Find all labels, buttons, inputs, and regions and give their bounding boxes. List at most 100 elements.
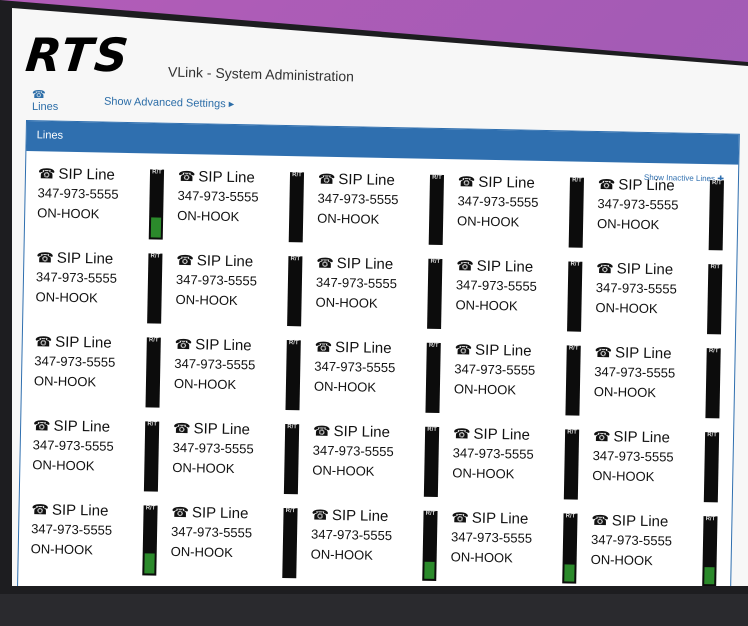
meter-label: R/T: [152, 169, 162, 176]
meter-label: R/T: [428, 342, 439, 349]
level-meter: R/T: [563, 429, 580, 500]
line-status: ON-HOOK: [311, 547, 373, 563]
line-type-text: SIP Line: [478, 174, 535, 192]
line-type-label: ☎SIP Line: [318, 171, 395, 189]
sip-line-card[interactable]: ☎SIP Line347-973-5555ON-HOOKR/T: [449, 257, 586, 336]
line-number: 347-973-5555: [174, 355, 256, 373]
line-type-text: SIP Line: [195, 336, 252, 355]
line-type-text: SIP Line: [474, 341, 532, 360]
line-number: 347-973-5555: [37, 185, 119, 202]
level-meter: R/T: [287, 256, 303, 327]
sip-line-card[interactable]: ☎SIP Line347-973-5555ON-HOOKR/T: [166, 420, 303, 499]
level-meter: R/T: [702, 516, 718, 586]
chevron-right-icon: ▸: [228, 98, 235, 111]
nav-lines-link[interactable]: ☎ Lines: [32, 88, 58, 113]
phone-icon: ☎: [312, 422, 331, 439]
sip-line-card[interactable]: ☎SIP Line347-973-5555ON-HOOKR/T: [584, 512, 721, 586]
line-status: ON-HOOK: [317, 211, 379, 227]
sip-line-card[interactable]: ☎SIP Line347-973-5555ON-HOOKR/T: [444, 509, 581, 586]
meter-label: R/T: [287, 424, 298, 431]
phone-icon: ☎: [34, 333, 53, 350]
phone-icon: ☎: [174, 335, 193, 353]
line-number: 347-973-5555: [311, 527, 392, 544]
sip-line-card[interactable]: ☎SIP Line347-973-5555ON-HOOKR/T: [27, 333, 164, 412]
sip-line-card[interactable]: ☎SIP Line347-973-5555ON-HOOKR/T: [591, 176, 728, 255]
level-meter: R/T: [147, 253, 163, 324]
line-number: 347-973-5555: [31, 521, 113, 538]
level-meter: R/T: [285, 340, 301, 411]
line-type-label: ☎SIP Line: [36, 249, 113, 267]
meter-fill: [144, 553, 155, 574]
sip-line-card[interactable]: ☎SIP Line347-973-5555ON-HOOKR/T: [589, 260, 726, 339]
line-number: 347-973-5555: [592, 447, 674, 465]
sip-line-card[interactable]: ☎SIP Line347-973-5555ON-HOOKR/T: [311, 171, 448, 250]
phone-icon: ☎: [32, 89, 46, 101]
level-meter: R/T: [567, 261, 583, 332]
line-type-label: ☎SIP Line: [458, 173, 535, 191]
sip-line-card[interactable]: ☎SIP Line347-973-5555ON-HOOKR/T: [451, 173, 588, 252]
line-type-text: SIP Line: [58, 165, 116, 184]
sip-line-card[interactable]: ☎SIP Line347-973-5555 ON-HOOK R/T: [167, 336, 304, 415]
lines-panel: Lines Show Inactive Lines ✚ ☎ SIP Line 347…: [16, 120, 740, 586]
sip-line-card[interactable]: ☎SIP Line347-973-5555ON-HOOKR/T: [586, 428, 723, 507]
meter-label: R/T: [288, 340, 299, 347]
sip-line-card[interactable]: ☎SIP Line347-973-5555ON-HOOKR/T: [26, 417, 163, 496]
line-type-label: ☎SIP Line: [456, 257, 533, 275]
line-number: 347-973-5555: [175, 271, 258, 289]
line-type-label: ☎SIP Line: [596, 260, 673, 278]
meter-fill: [424, 561, 435, 579]
line-status: ON-HOOK: [453, 381, 517, 398]
meter-label: R/T: [285, 508, 296, 515]
line-type-label: ☎SIP Line: [173, 420, 250, 438]
sip-line-card[interactable]: ☎SIP Line347-973-5555ON-HOOKR/T: [587, 344, 724, 423]
line-status: ON-HOOK: [177, 207, 240, 225]
phone-icon: ☎: [592, 427, 611, 445]
sip-line-card[interactable]: ☎SIP Line347-973-5555ON-HOOKR/T: [24, 501, 161, 580]
sip-line-card[interactable]: ☎SIP Line347-973-5555ON-HOOKR/T: [309, 254, 446, 333]
level-meter: R/T: [283, 424, 300, 495]
line-type-label: ☎SIP Line: [175, 336, 252, 354]
sip-line-card[interactable]: ☎SIP Line347-973-5555 ON-HOOK R/T: [31, 165, 168, 244]
line-type-label: ☎SIP Line: [453, 425, 530, 443]
line-type-text: SIP Line: [473, 425, 531, 444]
phone-icon: ☎: [32, 417, 51, 434]
phone-icon: ☎: [37, 165, 56, 182]
phone-icon: ☎: [456, 257, 474, 274]
level-meter: R/T: [145, 337, 161, 408]
sip-line-card[interactable]: ☎SIP Line347-973-5555ON-HOOKR/T: [169, 252, 306, 331]
sip-line-card[interactable]: ☎SIP Line347-973-5555ON-HOOKR/T: [164, 504, 301, 583]
meter-label: R/T: [150, 253, 161, 260]
meter-label: R/T: [570, 261, 581, 268]
line-status: ON-HOOK: [173, 375, 237, 393]
meter-fill: [564, 564, 575, 582]
sip-line-card[interactable]: ☎SIP Line347-973-5555ON-HOOKR/T: [304, 506, 441, 585]
meter-label: R/T: [290, 256, 301, 263]
phone-icon: ☎: [596, 259, 614, 277]
line-type-text: SIP Line: [472, 510, 529, 528]
level-meter: R/T: [143, 421, 160, 492]
phone-icon: ☎: [172, 419, 191, 437]
line-type-text: SIP Line: [198, 168, 255, 187]
line-status: ON-HOOK: [593, 383, 657, 401]
sip-line-card[interactable]: ☎SIP Line347-973-5555ON-HOOKR/T: [446, 425, 583, 504]
phone-icon: ☎: [594, 343, 613, 361]
line-type-text: SIP Line: [334, 338, 392, 358]
line-status: ON-HOOK: [32, 457, 95, 474]
line-type-label: ☎SIP Line: [33, 417, 110, 435]
line-number: 347-973-5555: [454, 361, 536, 378]
line-type-text: SIP Line: [53, 417, 111, 436]
level-meter: R/T: [708, 180, 724, 251]
sip-line-card[interactable]: ☎SIP Line347-973-5555ON-HOOKR/T: [29, 249, 166, 328]
show-advanced-settings-link[interactable]: Show Advanced Settings ▸: [104, 95, 235, 111]
meter-label: R/T: [708, 348, 719, 355]
sip-line-card[interactable]: ☎SIP Line347-973-5555ON-HOOKR/T: [447, 341, 584, 420]
sip-line-card[interactable]: ☎SIP Line347-973-5555ON-HOOKR/T: [306, 422, 443, 501]
level-meter: R/T: [142, 505, 158, 576]
sip-line-card[interactable]: ☎SIP Line347-973-5555ON-HOOKR/T: [171, 168, 308, 247]
level-meter: R/T: [422, 510, 438, 581]
line-status: ON-HOOK: [37, 205, 100, 222]
sip-line-card[interactable]: ☎SIP Line347-973-5555ON-HOOKR/T: [307, 338, 444, 417]
line-type-text: SIP Line: [333, 422, 391, 442]
phone-icon: ☎: [318, 171, 336, 187]
line-type-text: SIP Line: [56, 249, 114, 268]
